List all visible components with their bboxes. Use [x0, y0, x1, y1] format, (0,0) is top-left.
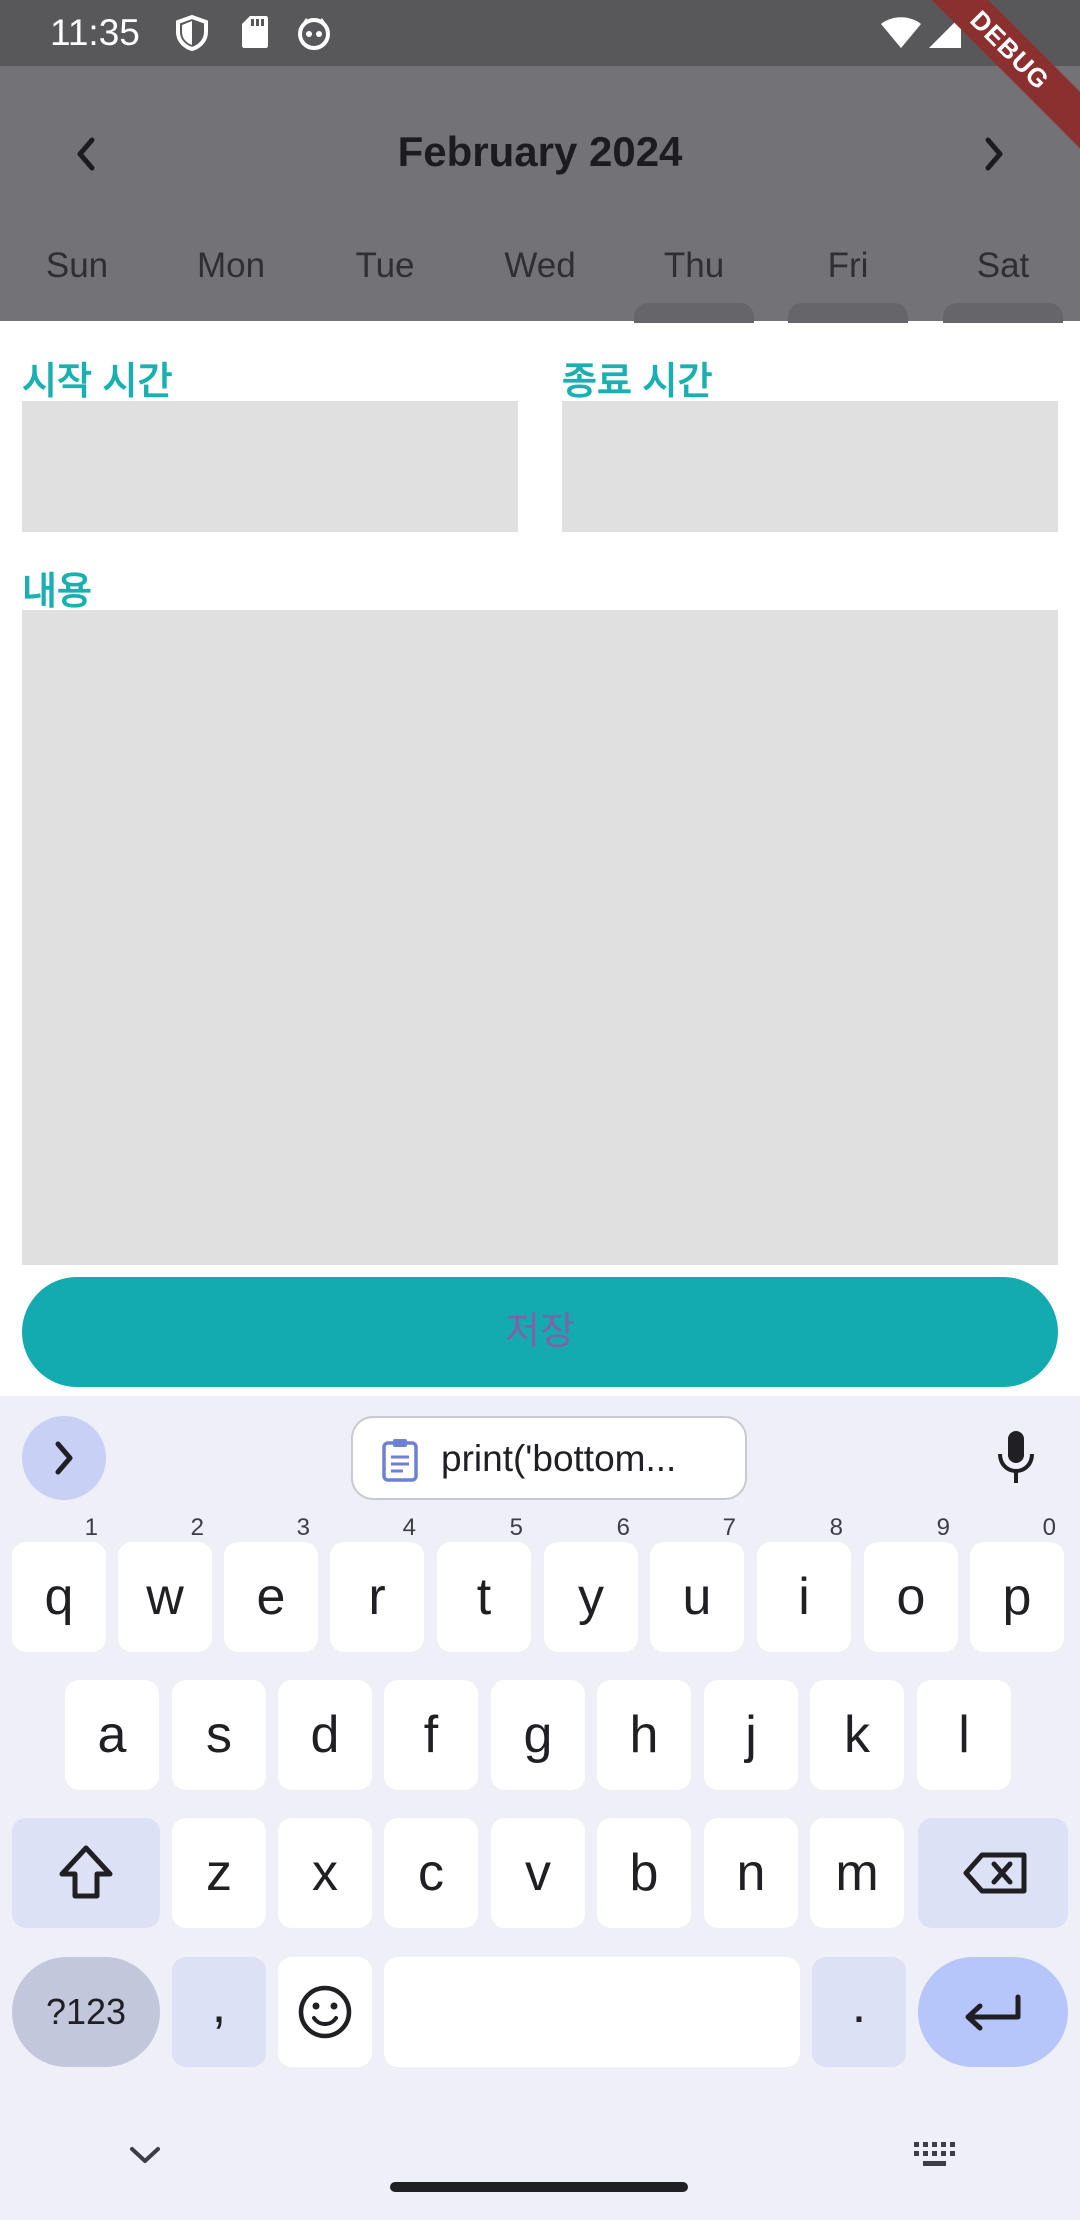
key-number-hint: 6	[616, 1514, 630, 1541]
end-time-field[interactable]	[562, 401, 1058, 532]
key-p[interactable]: p0	[970, 1516, 1064, 1652]
key-v[interactable]: v	[491, 1818, 585, 1928]
microphone-icon[interactable]	[995, 1430, 1037, 1486]
emoji-smiley-icon	[298, 1985, 352, 2039]
weekday-wed: Wed	[504, 246, 576, 285]
key-label: i	[798, 1568, 810, 1626]
calendar-day-cell[interactable]	[788, 303, 908, 323]
keyboard-expand-button[interactable]	[22, 1416, 106, 1500]
key-number-hint: 5	[509, 1514, 523, 1541]
key-label: u	[682, 1568, 712, 1626]
key-b[interactable]: b	[597, 1818, 691, 1928]
app-notification-icon	[298, 18, 330, 50]
weekday-fri: Fri	[827, 246, 869, 285]
home-indicator[interactable]	[390, 2182, 688, 2192]
key-w[interactable]: w2	[118, 1516, 212, 1652]
key-number-hint: 9	[936, 1514, 950, 1541]
key-c[interactable]: c	[384, 1818, 478, 1928]
key-n[interactable]: n	[704, 1818, 798, 1928]
key-k[interactable]: k	[810, 1680, 904, 1790]
status-bar: 11:35 DEBUG	[0, 0, 1080, 157]
key-x[interactable]: x	[278, 1818, 372, 1928]
status-time: 11:35	[50, 12, 140, 53]
weekday-sun: Sun	[45, 246, 109, 285]
weekday-mon: Mon	[196, 246, 266, 285]
weekday-sat: Sat	[976, 246, 1030, 285]
key-label: y	[578, 1568, 604, 1626]
start-time-field[interactable]	[22, 401, 518, 532]
key-r[interactable]: r4	[330, 1516, 424, 1652]
chevron-right-icon	[55, 1441, 73, 1475]
clipboard-icon	[382, 1439, 418, 1482]
key-number-hint: 7	[722, 1514, 736, 1541]
backspace-icon	[963, 1852, 1027, 1894]
key-number-hint: 3	[296, 1514, 310, 1541]
key-e[interactable]: e3	[224, 1516, 318, 1652]
key-number-hint: 4	[402, 1514, 416, 1541]
key-m[interactable]: m	[810, 1818, 904, 1928]
key-u[interactable]: u7	[650, 1516, 744, 1652]
weekday-thu: Thu	[663, 246, 725, 285]
backspace-key[interactable]	[918, 1818, 1068, 1928]
key-label: w	[146, 1568, 184, 1626]
shield-icon	[176, 15, 208, 51]
key-label: q	[44, 1568, 74, 1626]
key-number-hint: 0	[1042, 1514, 1056, 1541]
calendar-day-cell[interactable]	[943, 303, 1063, 323]
content-textarea[interactable]	[22, 610, 1058, 1265]
key-label: e	[256, 1568, 286, 1626]
save-button[interactable]: 저장	[22, 1277, 1058, 1387]
key-d[interactable]: d	[278, 1680, 372, 1790]
key-label: r	[368, 1568, 386, 1626]
wifi-icon	[881, 17, 921, 48]
key-label: p	[1002, 1568, 1032, 1626]
content-label: 내용	[22, 571, 92, 613]
next-month-chevron-icon[interactable]	[978, 136, 1008, 172]
key-q[interactable]: q1	[12, 1516, 106, 1652]
emoji-key[interactable]	[278, 1957, 372, 2067]
space-key[interactable]	[384, 1957, 800, 2067]
key-j[interactable]: j	[704, 1680, 798, 1790]
start-time-label: 시작 시간	[22, 361, 173, 403]
sd-card-icon	[242, 16, 268, 48]
shift-arrow-icon	[59, 1845, 113, 1899]
key-label: t	[476, 1568, 492, 1626]
comma-key[interactable]: ,	[172, 1957, 266, 2067]
key-number-hint: 1	[84, 1514, 98, 1541]
soft-keyboard	[0, 1396, 1080, 2220]
key-h[interactable]: h	[597, 1680, 691, 1790]
key-l[interactable]: l	[917, 1680, 1011, 1790]
enter-arrow-icon	[965, 1994, 1021, 2031]
key-z[interactable]: z	[172, 1818, 266, 1928]
calendar-day-cell[interactable]	[634, 303, 754, 323]
key-y[interactable]: y6	[544, 1516, 638, 1652]
clipboard-suggestion-text: print('bottom...	[441, 1438, 677, 1479]
end-time-label: 종료 시간	[562, 361, 713, 403]
month-title: February 2024	[397, 128, 683, 175]
period-key[interactable]: .	[812, 1957, 906, 2067]
clipboard-suggestion-chip[interactable]: print('bottom...	[351, 1416, 747, 1500]
weekday-tue: Tue	[355, 246, 415, 285]
keyboard-hide-chevron-icon[interactable]	[128, 2144, 162, 2166]
enter-key[interactable]	[918, 1957, 1068, 2067]
key-a[interactable]: a	[65, 1680, 159, 1790]
key-label: o	[896, 1568, 926, 1626]
key-o[interactable]: o9	[864, 1516, 958, 1652]
shift-key[interactable]	[12, 1818, 160, 1928]
key-s[interactable]: s	[172, 1680, 266, 1790]
key-i[interactable]: i8	[757, 1516, 851, 1652]
key-t[interactable]: t5	[437, 1516, 531, 1652]
key-g[interactable]: g	[491, 1680, 585, 1790]
key-f[interactable]: f	[384, 1680, 478, 1790]
key-number-hint: 8	[829, 1514, 843, 1541]
symbols-key[interactable]: ?123	[12, 1957, 160, 2067]
key-number-hint: 2	[190, 1514, 204, 1541]
keyboard-switch-icon[interactable]	[912, 2140, 958, 2170]
